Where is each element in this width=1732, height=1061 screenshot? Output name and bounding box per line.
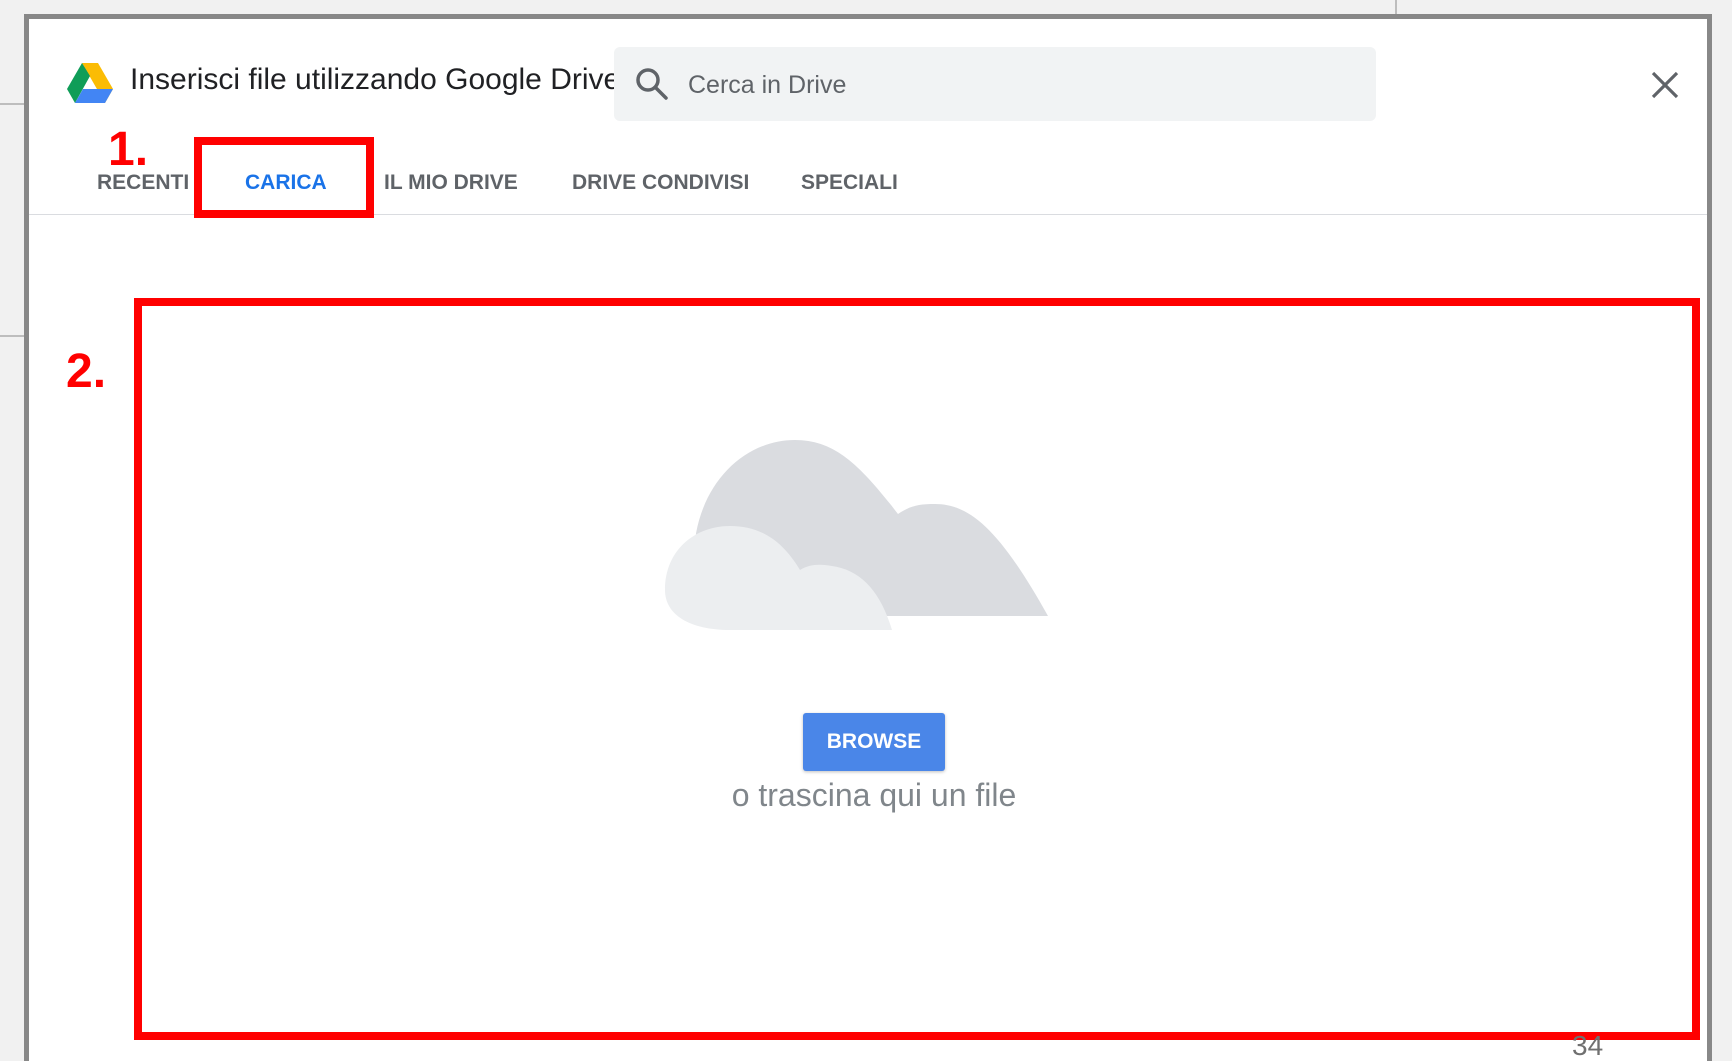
google-drive-logo-icon	[67, 63, 113, 103]
search-box[interactable]	[614, 47, 1376, 121]
background-divider	[0, 103, 24, 105]
slide-page-number: 34	[1572, 1030, 1604, 1061]
search-icon[interactable]	[634, 66, 670, 102]
tab-drive-condivisi[interactable]: DRIVE CONDIVISI	[572, 171, 749, 195]
annotation-box-carica-tab	[194, 137, 374, 218]
close-icon[interactable]	[1647, 67, 1683, 103]
annotation-label-step1: 1.	[108, 123, 149, 176]
page: Inserisci file utilizzando Google Drive …	[0, 0, 1732, 1061]
dialog-header: Inserisci file utilizzando Google Drive	[29, 19, 1707, 129]
dialog-title: Inserisci file utilizzando Google Drive	[130, 63, 621, 96]
search-input[interactable]	[686, 65, 1330, 105]
background-divider	[0, 335, 24, 337]
annotation-label-step2: 2.	[66, 345, 107, 398]
tab-speciali[interactable]: SPECIALI	[801, 171, 898, 195]
background-divider	[1395, 0, 1397, 14]
tab-il-mio-drive[interactable]: IL MIO DRIVE	[384, 171, 518, 195]
annotation-box-upload-area	[134, 298, 1700, 1040]
